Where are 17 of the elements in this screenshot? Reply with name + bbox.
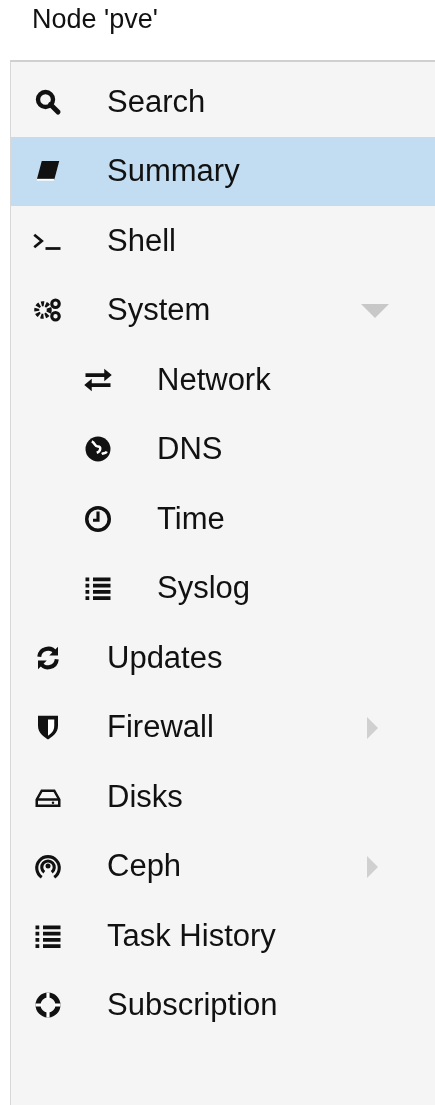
nav-item[interactable]: Firewall bbox=[11, 692, 435, 762]
nav-item[interactable]: Ceph bbox=[11, 831, 435, 901]
nav-item[interactable]: Shell bbox=[11, 206, 435, 276]
nav-item[interactable]: Summary bbox=[11, 136, 435, 206]
nav-subitem[interactable]: Network bbox=[11, 345, 435, 415]
nav-subitem[interactable]: DNS bbox=[11, 414, 435, 484]
nav-subitem[interactable]: Time bbox=[11, 484, 435, 554]
nav-item[interactable]: Search bbox=[11, 67, 435, 137]
nav-item[interactable]: Disks bbox=[11, 762, 435, 832]
clock-icon bbox=[83, 503, 113, 534]
nav-item[interactable]: Task History bbox=[11, 901, 435, 971]
nav-subitem[interactable]: Syslog bbox=[11, 553, 435, 623]
nav-item[interactable]: System bbox=[11, 275, 435, 345]
nav-item[interactable]: Subscription bbox=[11, 970, 435, 1040]
nav-item[interactable]: Updates bbox=[11, 623, 435, 693]
node-title: Node 'pve' bbox=[32, 4, 158, 34]
lifebuoy-icon bbox=[33, 990, 63, 1021]
